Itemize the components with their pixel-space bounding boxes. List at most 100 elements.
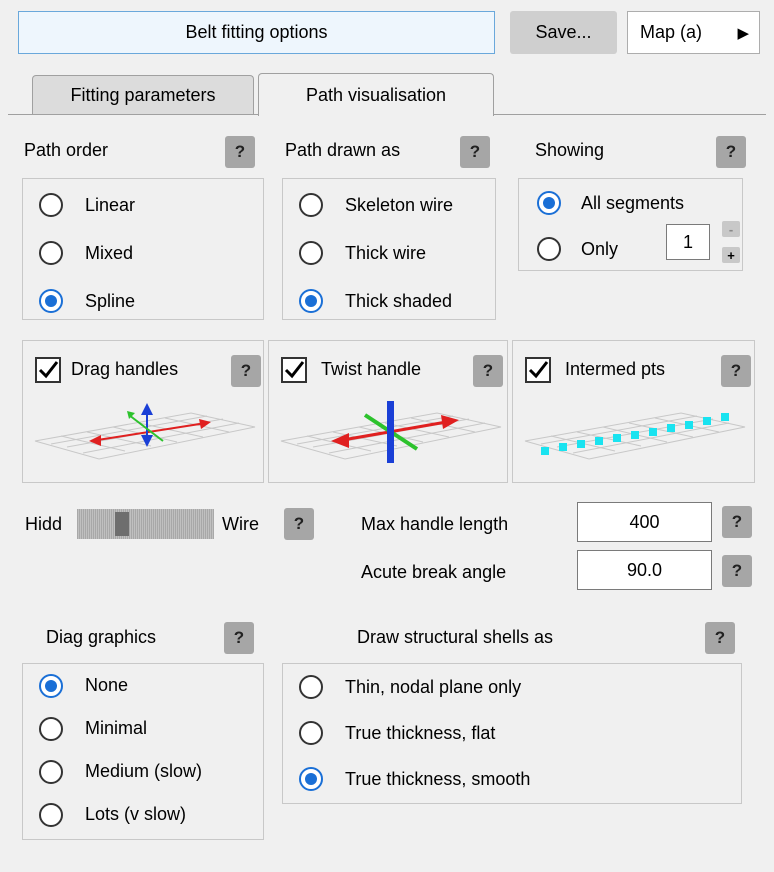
checkmark-icon bbox=[38, 361, 59, 379]
segment-number-input[interactable]: 1 bbox=[666, 224, 710, 260]
checkmark-icon bbox=[528, 361, 549, 379]
radio-lots[interactable]: Lots (v slow) bbox=[39, 793, 263, 836]
radio-button[interactable] bbox=[299, 675, 323, 699]
path-drawn-as-help-button[interactable]: ? bbox=[460, 136, 490, 168]
twist-handle-label: Twist handle bbox=[321, 359, 422, 379]
twist-handle-panel: Twist handle ? bbox=[268, 340, 508, 483]
radio-only[interactable]: Only bbox=[537, 225, 618, 273]
intermediate-points-help-button[interactable]: ? bbox=[721, 355, 751, 387]
max-handle-length-help-button[interactable]: ? bbox=[722, 506, 752, 538]
radio-thin-nodal[interactable]: Thin, nodal plane only bbox=[299, 664, 741, 710]
radio-none[interactable]: None bbox=[39, 664, 263, 707]
title-label: Belt fitting options bbox=[185, 22, 328, 42]
radio-label: Mixed bbox=[85, 242, 134, 263]
radio-true-thickness-flat[interactable]: True thickness, flat bbox=[299, 710, 741, 756]
radio-label: True thickness, flat bbox=[345, 722, 496, 743]
radio-label: Only bbox=[581, 238, 619, 259]
radio-button-selected[interactable] bbox=[39, 289, 63, 313]
radio-minimal[interactable]: Minimal bbox=[39, 707, 263, 750]
drag-handles-illustration bbox=[34, 403, 256, 460]
slider-thumb[interactable] bbox=[115, 512, 129, 536]
radio-label: Lots (v slow) bbox=[85, 804, 187, 824]
radio-button[interactable] bbox=[39, 802, 63, 827]
radio-thick-wire[interactable]: Thick wire bbox=[299, 229, 495, 277]
title-button[interactable]: Belt fitting options bbox=[18, 11, 495, 54]
radio-medium[interactable]: Medium (slow) bbox=[39, 750, 263, 793]
tab-fitting-parameters[interactable]: Fitting parameters bbox=[32, 75, 254, 115]
acute-break-angle-help-button[interactable]: ? bbox=[722, 555, 752, 587]
save-button[interactable]: Save... bbox=[510, 11, 617, 54]
twist-handle-illustration bbox=[280, 401, 502, 463]
map-label: Map (a) bbox=[640, 22, 703, 42]
drag-handles-help-button[interactable]: ? bbox=[231, 355, 261, 387]
structural-shells-group: Thin, nodal plane only True thickness, f… bbox=[282, 663, 742, 804]
structural-shells-heading: Draw structural shells as bbox=[357, 627, 554, 647]
intermediate-points-panel: Intermed pts ? bbox=[512, 340, 755, 483]
path-order-help-button[interactable]: ? bbox=[225, 136, 255, 168]
radio-thick-shaded[interactable]: Thick shaded bbox=[299, 277, 495, 325]
acute-break-angle-label: Acute break angle bbox=[361, 562, 507, 582]
increment-button[interactable]: + bbox=[722, 247, 740, 263]
structural-shells-help-button[interactable]: ? bbox=[705, 622, 735, 654]
diag-graphics-help-button[interactable]: ? bbox=[224, 622, 254, 654]
showing-help-button[interactable]: ? bbox=[716, 136, 746, 168]
radio-button[interactable] bbox=[299, 721, 323, 745]
radio-spline[interactable]: Spline bbox=[39, 277, 263, 325]
path-order-heading: Path order bbox=[24, 140, 109, 160]
radio-label: True thickness, smooth bbox=[345, 768, 531, 789]
radio-label: Linear bbox=[85, 194, 136, 215]
radio-all-segments[interactable]: All segments bbox=[537, 179, 684, 227]
intermediate-points-illustration bbox=[524, 412, 746, 460]
radio-button-selected[interactable] bbox=[299, 767, 323, 791]
hidden-wire-slider[interactable] bbox=[77, 509, 214, 539]
max-handle-length-label: Max handle length bbox=[361, 514, 509, 534]
radio-label: All segments bbox=[581, 192, 685, 213]
drag-handles-label: Drag handles bbox=[71, 359, 179, 379]
radio-button[interactable] bbox=[39, 759, 63, 784]
radio-button[interactable] bbox=[299, 241, 323, 265]
tab-label: Path visualisation bbox=[305, 84, 447, 105]
radio-label: Medium (slow) bbox=[85, 761, 203, 781]
acute-break-angle-input[interactable]: 90.0 bbox=[577, 550, 712, 590]
radio-linear[interactable]: Linear bbox=[39, 181, 263, 229]
radio-button[interactable] bbox=[39, 241, 63, 265]
path-drawn-as-group: Skeleton wire Thick wire Thick shaded bbox=[282, 178, 496, 320]
radio-mixed[interactable]: Mixed bbox=[39, 229, 263, 277]
radio-button[interactable] bbox=[537, 237, 561, 261]
radio-button[interactable] bbox=[39, 716, 63, 741]
slider-help-button[interactable]: ? bbox=[284, 508, 314, 540]
play-arrow-icon: ▶ bbox=[737, 24, 749, 42]
drag-handles-checkbox[interactable] bbox=[35, 357, 61, 383]
acute-break-angle-value: 90.0 bbox=[626, 559, 663, 580]
intermediate-points-label: Intermed pts bbox=[565, 359, 666, 379]
radio-label: Skeleton wire bbox=[345, 194, 454, 215]
radio-label: Thick shaded bbox=[345, 290, 453, 311]
radio-skeleton-wire[interactable]: Skeleton wire bbox=[299, 181, 495, 229]
segment-number-value: 1 bbox=[682, 231, 693, 252]
decrement-button[interactable]: - bbox=[722, 221, 740, 237]
radio-label: Thick wire bbox=[345, 242, 427, 263]
path-drawn-as-heading: Path drawn as bbox=[285, 140, 401, 160]
drag-handles-panel: Drag handles ? bbox=[22, 340, 264, 483]
radio-button-selected[interactable] bbox=[39, 673, 63, 698]
twist-handle-help-button[interactable]: ? bbox=[473, 355, 503, 387]
twist-handle-checkbox[interactable] bbox=[281, 357, 307, 383]
showing-group: All segments Only 1 - + bbox=[518, 178, 743, 271]
max-handle-length-value: 400 bbox=[629, 511, 660, 532]
showing-heading: Showing bbox=[535, 140, 605, 160]
tab-label: Fitting parameters bbox=[70, 85, 216, 105]
radio-button-selected[interactable] bbox=[299, 289, 323, 313]
map-button[interactable]: Map (a) ▶ bbox=[627, 11, 760, 54]
radio-label: Spline bbox=[85, 290, 136, 311]
path-order-group: Linear Mixed Spline bbox=[22, 178, 264, 320]
radio-true-thickness-smooth[interactable]: True thickness, smooth bbox=[299, 756, 741, 802]
radio-button[interactable] bbox=[299, 193, 323, 217]
radio-button-selected[interactable] bbox=[537, 191, 561, 215]
radio-label: Minimal bbox=[85, 718, 148, 738]
radio-button[interactable] bbox=[39, 193, 63, 217]
intermediate-points-checkbox[interactable] bbox=[525, 357, 551, 383]
max-handle-length-input[interactable]: 400 bbox=[577, 502, 712, 542]
save-label: Save... bbox=[535, 22, 592, 42]
tab-path-visualisation[interactable]: Path visualisation bbox=[258, 73, 494, 116]
checkmark-icon bbox=[284, 361, 305, 379]
